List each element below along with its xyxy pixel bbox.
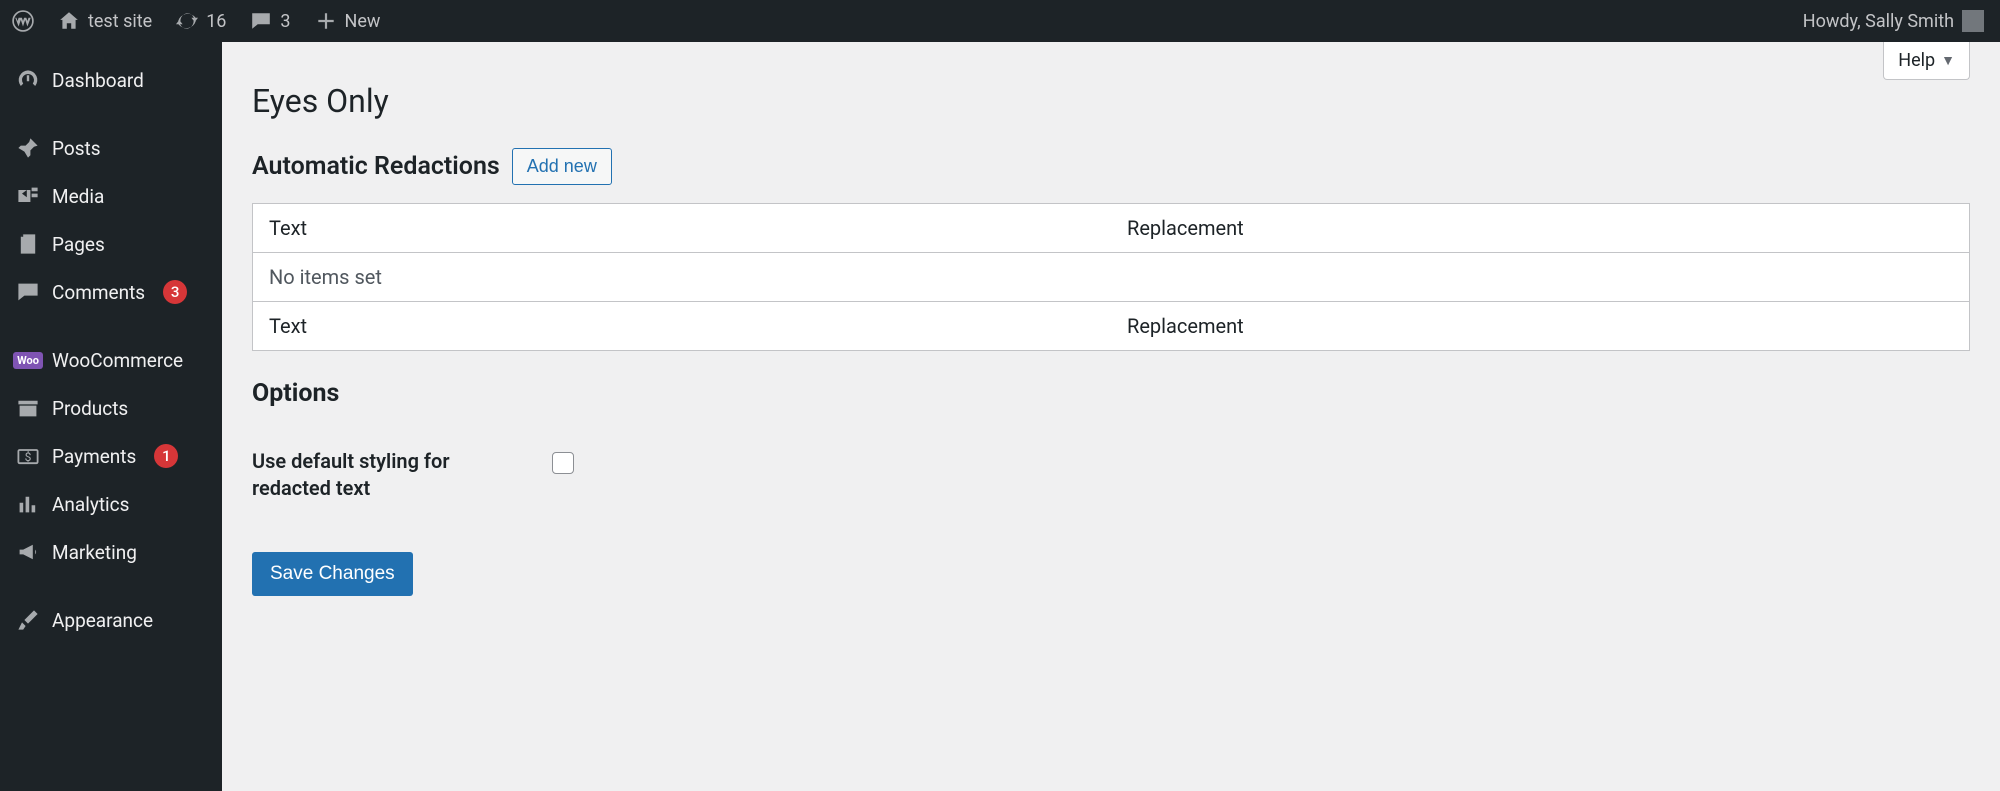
account-menu[interactable]: Howdy, Sally Smith [1803,10,1990,32]
page-title: Eyes Only [252,82,1970,120]
site-name-link[interactable]: test site [46,0,164,42]
sidebar-item-woocommerce[interactable]: Woo WooCommerce [0,336,222,384]
sidebar-item-label: Comments [52,281,145,304]
sidebar-item-marketing[interactable]: Marketing [0,528,222,576]
option-label: Use default styling for redacted text [252,448,502,502]
sidebar-item-label: Posts [52,137,101,160]
updates-link[interactable]: 16 [164,0,238,42]
col-text-header[interactable]: Text [253,204,1112,253]
sidebar-item-label: Media [52,185,104,208]
comment-icon [250,10,272,32]
redactions-table: Text Replacement No items set Text Repla… [252,203,1970,351]
sidebar-item-label: Appearance [52,609,153,632]
comments-link[interactable]: 3 [238,0,302,42]
sidebar-item-products[interactable]: Products [0,384,222,432]
sidebar-item-label: Marketing [52,541,137,564]
woocommerce-icon: Woo [16,348,40,372]
brush-icon [16,608,40,632]
col-replacement-header[interactable]: Replacement [1111,204,1970,253]
sidebar-item-appearance[interactable]: Appearance [0,596,222,644]
sidebar-item-dashboard[interactable]: Dashboard [0,56,222,104]
payments-badge: 1 [154,444,178,468]
table-empty-row: No items set [253,253,1970,302]
update-icon [176,10,198,32]
save-changes-button[interactable]: Save Changes [252,552,413,596]
table-header-row: Text Replacement [253,204,1970,253]
sidebar-item-label: Pages [52,233,105,256]
sidebar-item-media[interactable]: Media [0,172,222,220]
add-new-button[interactable]: Add new [512,148,612,185]
sidebar-item-label: Products [52,397,128,420]
wordpress-icon [12,10,34,32]
col-replacement-footer[interactable]: Replacement [1111,302,1970,351]
plus-icon [315,10,337,32]
wp-logo-menu[interactable] [0,0,46,42]
sidebar-item-comments[interactable]: Comments 3 [0,268,222,316]
site-name: test site [88,11,152,32]
menu-separator [0,576,222,596]
adminbar: test site 16 3 New Howdy, Sally Smith [0,0,2000,42]
avatar-icon [1962,10,1984,32]
help-label: Help [1898,50,1935,71]
option-row-default-styling: Use default styling for redacted text [252,448,1970,502]
comments-badge: 3 [163,280,187,304]
menu-separator [0,316,222,336]
default-styling-checkbox[interactable] [552,452,574,474]
options-heading: Options [252,379,1970,408]
sidebar-item-payments[interactable]: $ Payments 1 [0,432,222,480]
sidebar-item-pages[interactable]: Pages [0,220,222,268]
dashboard-icon [16,68,40,92]
chevron-down-icon: ▼ [1941,52,1955,69]
redactions-heading: Automatic Redactions [252,152,500,181]
pin-icon [16,136,40,160]
megaphone-icon [16,540,40,564]
analytics-icon [16,492,40,516]
archive-icon [16,396,40,420]
sidebar-item-label: Analytics [52,493,129,516]
col-text-footer[interactable]: Text [253,302,1112,351]
new-label: New [345,11,381,32]
media-icon [16,184,40,208]
admin-menu: Dashboard Posts Media Pages Comments 3 W… [0,42,222,791]
content-area: Help ▼ Eyes Only Automatic Redactions Ad… [222,0,2000,626]
sidebar-item-label: WooCommerce [52,349,183,372]
payments-icon: $ [16,444,40,468]
sidebar-item-analytics[interactable]: Analytics [0,480,222,528]
sidebar-item-label: Dashboard [52,69,144,92]
empty-message: No items set [253,253,1970,302]
greeting: Howdy, Sally Smith [1803,11,1954,32]
pending-comments-count: 3 [280,11,290,32]
table-footer-row: Text Replacement [253,302,1970,351]
new-content-link[interactable]: New [303,0,393,42]
home-icon [58,10,80,32]
comment-icon [16,280,40,304]
help-tab[interactable]: Help ▼ [1883,42,1970,80]
svg-text:$: $ [25,450,32,464]
page-icon [16,232,40,256]
updates-count: 16 [206,11,226,32]
menu-separator [0,104,222,124]
sidebar-item-posts[interactable]: Posts [0,124,222,172]
sidebar-item-label: Payments [52,445,136,468]
